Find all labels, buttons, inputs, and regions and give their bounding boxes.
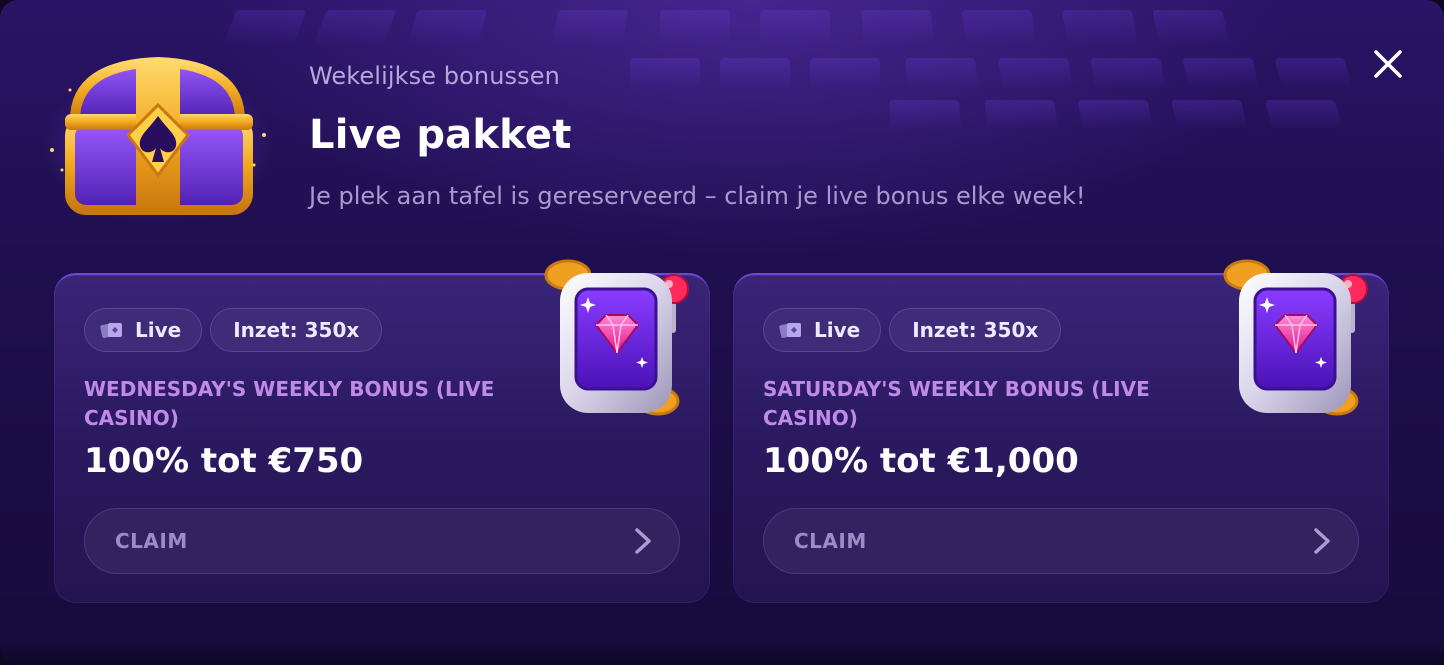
slot-machine-icon <box>1223 259 1368 416</box>
header-kicker: Wekelijkse bonussen <box>309 62 560 90</box>
claim-button[interactable]: CLAIM <box>763 508 1359 574</box>
bonus-amount: 100% tot €1,000 <box>763 441 1079 481</box>
page-subtitle: Je plek aan tafel is gereserveerd – clai… <box>309 182 1086 210</box>
cards-icon <box>779 323 801 338</box>
tag-wager-label: Inzet: 350x <box>912 318 1039 342</box>
chevron-right-icon <box>635 528 651 554</box>
tag-live-label: Live <box>135 318 182 342</box>
tag-live: Live <box>84 308 203 352</box>
cards-icon <box>100 323 122 338</box>
close-button[interactable] <box>1366 42 1410 86</box>
tag-row: Live Inzet: 350x <box>763 308 1062 352</box>
claim-button-label: CLAIM <box>115 529 188 553</box>
tag-wager-label: Inzet: 350x <box>233 318 360 342</box>
claim-button[interactable]: CLAIM <box>84 508 680 574</box>
tag-live-label: Live <box>814 318 861 342</box>
bonus-card: Live Inzet: 350x Wednesday's weekly bonu… <box>54 259 710 603</box>
treasure-chest-icon <box>43 56 273 225</box>
tag-wager: Inzet: 350x <box>889 308 1062 352</box>
chevron-right-icon <box>1314 528 1330 554</box>
tag-row: Live Inzet: 350x <box>84 308 383 352</box>
bottom-fade <box>0 640 1444 665</box>
bonus-name: Wednesday's weekly bonus (live casino) <box>84 377 495 430</box>
bonus-card: Live Inzet: 350x Saturday's weekly bonus… <box>733 259 1389 603</box>
page-title: Live pakket <box>309 112 572 158</box>
bonus-name: Saturday's weekly bonus (live casino) <box>763 377 1150 430</box>
tag-wager: Inzet: 350x <box>210 308 383 352</box>
bonus-modal: Wekelijkse bonussen Live pakket Je plek … <box>0 0 1444 665</box>
claim-button-label: CLAIM <box>794 529 867 553</box>
close-icon <box>1374 50 1402 78</box>
bonus-amount: 100% tot €750 <box>84 441 364 481</box>
tag-live: Live <box>763 308 882 352</box>
slot-machine-icon <box>544 259 689 416</box>
